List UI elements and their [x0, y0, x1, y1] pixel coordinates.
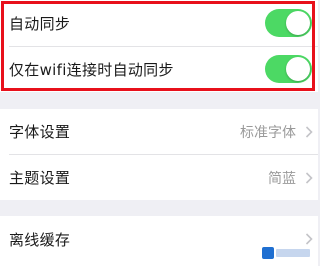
font-settings-label: 字体设置 [9, 123, 71, 141]
wifi-sync-label: 仅在wifi连接时自动同步 [9, 61, 174, 79]
wifi-sync-toggle[interactable] [265, 55, 312, 83]
watermark-mark [276, 249, 310, 257]
theme-settings-label: 主题设置 [9, 169, 71, 187]
watermark-icon [262, 247, 274, 259]
settings-screen: 自动同步 仅在wifi连接时自动同步 字体设置 标准字体 主题设置 简蓝 离线缓… [0, 0, 318, 266]
auto-sync-toggle[interactable] [265, 9, 312, 37]
wifi-sync-row[interactable]: 仅在wifi连接时自动同步 [0, 47, 318, 92]
font-settings-value: 标准字体 [240, 124, 296, 141]
auto-sync-row[interactable]: 自动同步 [0, 0, 318, 46]
chevron-right-icon [305, 125, 313, 138]
watermark-logo [262, 244, 312, 262]
offline-cache-label: 离线缓存 [9, 230, 71, 249]
font-settings-row[interactable]: 字体设置 标准字体 [0, 109, 318, 154]
auto-sync-label: 自动同步 [9, 14, 71, 33]
theme-settings-value: 简蓝 [268, 170, 296, 187]
toggle-knob [286, 57, 310, 81]
sync-settings-group: 自动同步 仅在wifi连接时自动同步 [0, 0, 318, 92]
toggle-knob [286, 11, 310, 35]
display-settings-group: 字体设置 标准字体 主题设置 简蓝 [0, 109, 318, 200]
theme-settings-row[interactable]: 主题设置 简蓝 [0, 155, 318, 200]
chevron-right-icon [305, 171, 313, 184]
